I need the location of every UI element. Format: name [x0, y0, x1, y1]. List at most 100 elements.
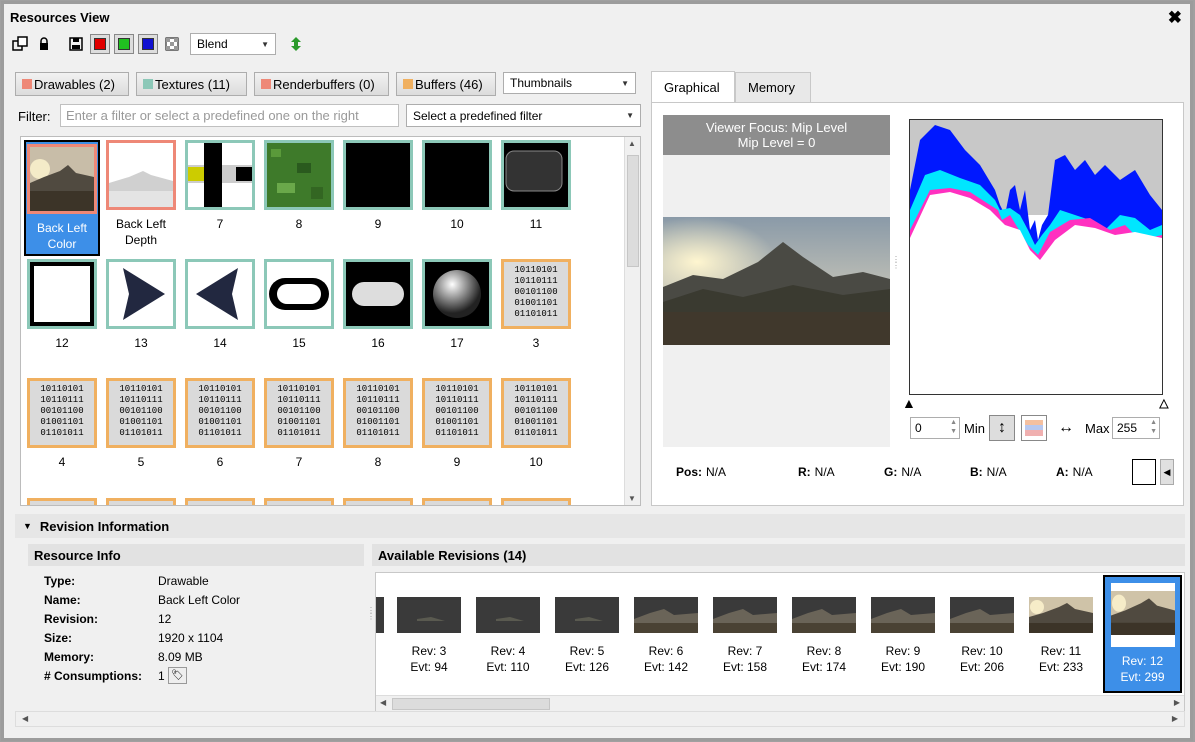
splitter-handle[interactable]: ⋮ ⋮	[367, 607, 375, 621]
resource-thumbnail[interactable]: 10110101 10110111 00101100 01001101 01101011…	[498, 259, 574, 375]
revision-info-header[interactable]: ▼ Revision Information	[15, 514, 1185, 538]
scroll-right-icon[interactable]: ▶	[1174, 698, 1180, 707]
save-icon[interactable]	[66, 34, 86, 54]
scroll-up-icon[interactable]: ▲	[628, 139, 636, 148]
partial-resource-thumbnail[interactable]	[27, 498, 97, 505]
partial-resource-thumbnail[interactable]	[264, 498, 334, 505]
collapse-triangle-icon[interactable]: ▼	[23, 521, 32, 531]
resource-thumbnail[interactable]: 7	[182, 140, 258, 256]
resource-thumbnail[interactable]: 13	[103, 259, 179, 375]
a-value: N/A	[1072, 465, 1093, 479]
consumptions-tag-icon[interactable]: 🏷	[168, 667, 187, 684]
partial-resource-thumbnail[interactable]	[343, 498, 413, 505]
revision-number: Rev: 8	[806, 644, 842, 658]
resource-thumbnail[interactable]: 8	[261, 140, 337, 256]
tab-graphical[interactable]: Graphical	[651, 71, 735, 103]
resource-thumbnail[interactable]: 15	[261, 259, 337, 375]
filter-input[interactable]: Enter a filter or select a predefined on…	[60, 104, 399, 127]
resource-thumbnail[interactable]: 16	[340, 259, 416, 375]
revision-thumbnail[interactable]: Rev: 4 Evt: 110	[469, 575, 547, 693]
channel-toggle-icon[interactable]	[1021, 415, 1047, 441]
revision-thumbnail[interactable]: Rev: 6 Evt: 142	[627, 575, 705, 693]
blue-channel-button[interactable]	[138, 34, 158, 54]
resource-thumbnail[interactable]: 10110101 10110111 00101100 01001101 01101011…	[24, 378, 100, 494]
min-marker-icon[interactable]: ▲	[902, 395, 916, 411]
resource-thumbnail[interactable]: 10	[419, 140, 495, 256]
revision-thumbnail[interactable]: Rev: 5 Evt: 126	[548, 575, 626, 693]
max-marker-icon[interactable]: ▲	[1157, 395, 1172, 412]
red-channel-button[interactable]	[90, 34, 110, 54]
resource-thumbnail[interactable]: 14	[182, 259, 258, 375]
textures-filter-button[interactable]: Textures (11)	[136, 72, 247, 96]
spin-arrows-icon[interactable]: ▲ ▼	[1150, 418, 1157, 436]
revision-thumbnail[interactable]: Rev: 12 Evt: 299	[1103, 575, 1182, 693]
revision-thumbnail[interactable]: Rev: 11 Evt: 233	[1022, 575, 1100, 693]
detach-windows-icon[interactable]	[10, 34, 30, 54]
flip-vertical-icon[interactable]	[286, 34, 306, 54]
partial-resource-thumbnail[interactable]	[185, 498, 255, 505]
revision-thumbnail[interactable]: Rev: 10 Evt: 206	[943, 575, 1021, 693]
resource-image: 10110101 10110111 00101100 01001101 01101011	[501, 378, 571, 448]
window-title: Resources View	[10, 9, 110, 25]
renderbuffers-filter-button[interactable]: Renderbuffers (0)	[254, 72, 389, 96]
buffers-filter-button[interactable]: Buffers (46)	[396, 72, 496, 96]
textures-label: Textures (11)	[155, 76, 230, 92]
partial-resource-thumbnail[interactable]	[422, 498, 492, 505]
vertical-fit-icon[interactable]: ↕	[989, 415, 1015, 441]
collapse-arrow-icon[interactable]: ◀	[1160, 459, 1174, 485]
resource-info-row: Memory: 8.09 MB	[44, 650, 344, 666]
scroll-left-icon[interactable]: ◀	[22, 714, 28, 723]
resource-thumbnail[interactable]: 10110101 10110111 00101100 01001101 01101011…	[419, 378, 495, 494]
image-viewer[interactable]: Viewer Focus: Mip Level Mip Level = 0	[663, 115, 890, 447]
lock-icon[interactable]	[34, 34, 54, 54]
resource-thumbnail[interactable]: Back Left Depth	[103, 140, 179, 256]
resource-thumbnail[interactable]: 10110101 10110111 00101100 01001101 01101011…	[103, 378, 179, 494]
revision-thumbnail[interactable]: Rev: 8 Evt: 174	[785, 575, 863, 693]
blend-mode-select[interactable]: Blend ▼	[190, 33, 276, 55]
splitter-handle[interactable]: ⋮ ⋮	[892, 256, 900, 297]
revision-number: Rev: 7	[727, 644, 763, 658]
predefined-filter-select[interactable]: Select a predefined filter ▼	[406, 104, 641, 127]
drawables-filter-button[interactable]: Drawables (2)	[15, 72, 129, 96]
resource-thumbnail[interactable]: 10110101 10110111 00101100 01001101 01101011…	[340, 378, 416, 494]
scrollbar-thumb[interactable]	[627, 155, 639, 267]
partial-resource-thumbnail[interactable]	[501, 498, 571, 505]
scroll-right-icon[interactable]: ▶	[1172, 714, 1178, 723]
resource-thumbnail-grid[interactable]: ▲ ▼ Back Left Color Back Left Depth 7 8 9 10 1…	[20, 136, 641, 506]
horizontal-fit-icon[interactable]: ↔	[1053, 415, 1079, 441]
spin-arrows-icon[interactable]: ▲ ▼	[950, 418, 957, 436]
max-spinbox[interactable]: 255 ▲ ▼	[1112, 417, 1160, 439]
revision-thumbnail[interactable]: Rev: 7 Evt: 158	[706, 575, 784, 693]
tab-memory[interactable]: Memory	[735, 72, 811, 102]
resource-thumbnail[interactable]: 9	[340, 140, 416, 256]
resource-thumbnail[interactable]: 11	[498, 140, 574, 256]
revision-thumbnail[interactable]: Rev: 9 Evt: 190	[864, 575, 942, 693]
resource-thumbnail[interactable]: Back Left Color	[24, 140, 100, 256]
green-channel-button[interactable]	[114, 34, 134, 54]
close-icon[interactable]: ✖	[1168, 8, 1182, 28]
resource-thumbnail[interactable]: 10110101 10110111 00101100 01001101 01101011…	[498, 378, 574, 494]
min-spinbox[interactable]: 0 ▲ ▼	[910, 417, 960, 439]
revisions-horizontal-scrollbar[interactable]: ◀ ▶	[376, 695, 1184, 711]
scroll-down-icon[interactable]: ▼	[628, 494, 636, 503]
resource-thumbnail[interactable]: 10110101 10110111 00101100 01001101 01101011…	[261, 378, 337, 494]
resource-thumbnail[interactable]: 10110101 10110111 00101100 01001101 01101011…	[182, 378, 258, 494]
scroll-left-icon[interactable]: ◀	[380, 698, 386, 707]
resource-thumbnail[interactable]: 12	[24, 259, 100, 375]
partial-resource-thumbnail[interactable]	[106, 498, 176, 505]
scrollbar-thumb[interactable]	[392, 698, 550, 710]
revisions-strip[interactable]: ◀ ▶ Rev: 3 Evt: 94 Rev: 4 Evt: 110 Rev: 5 Evt…	[375, 572, 1185, 712]
view-mode-select[interactable]: Thumbnails ▼	[503, 72, 636, 94]
resource-label: 17	[450, 336, 464, 350]
revision-image	[1110, 583, 1175, 647]
max-label: Max	[1085, 421, 1110, 436]
binary-line: 10110111	[514, 395, 558, 405]
grid-vertical-scrollbar[interactable]: ▲ ▼	[624, 137, 640, 505]
blue-swatch	[142, 38, 154, 50]
a-label: A:	[1056, 465, 1069, 479]
alpha-checkerboard-icon[interactable]	[162, 34, 182, 54]
resource-thumbnail[interactable]: 17	[419, 259, 495, 375]
revision-thumbnail[interactable]: Rev: 3 Evt: 94	[390, 575, 468, 693]
main-horizontal-scrollbar[interactable]: ◀ ▶	[15, 711, 1185, 727]
histogram-chart[interactable]	[909, 119, 1163, 395]
